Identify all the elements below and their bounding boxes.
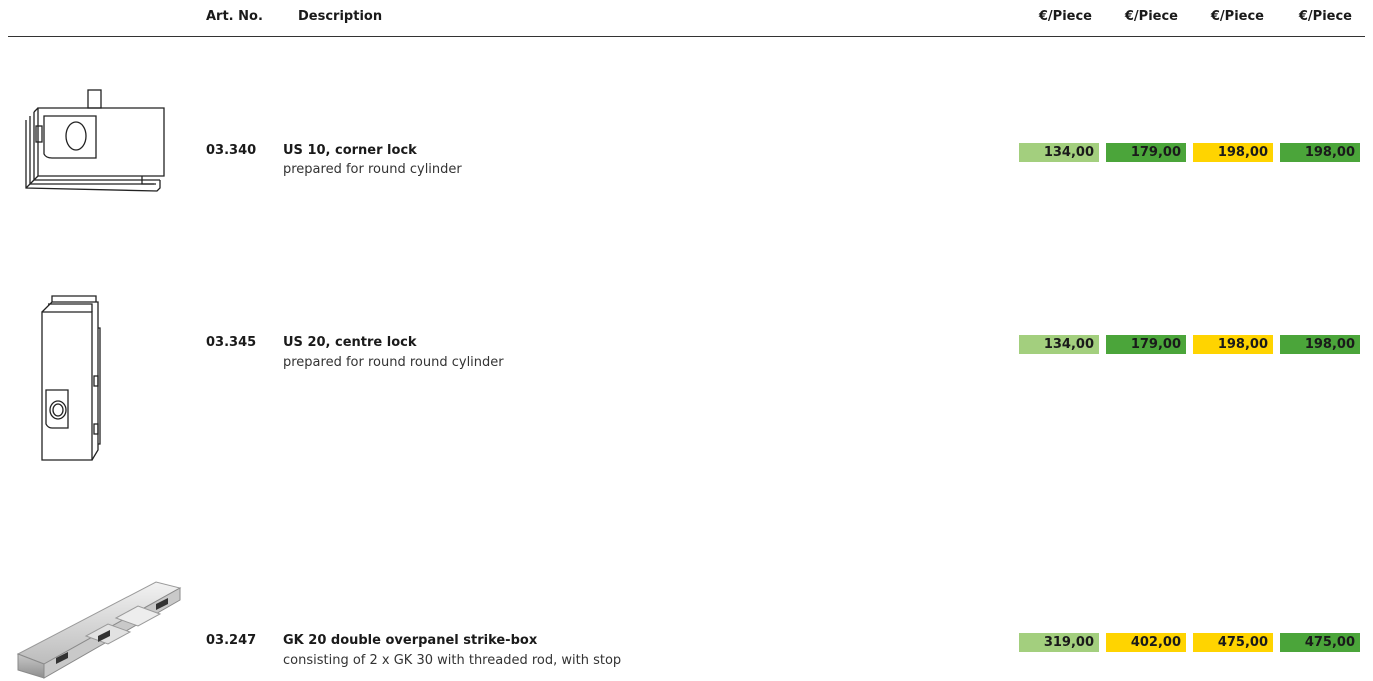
- strike-box-icon: [16, 581, 182, 679]
- product-subtitle: consisting of 2 x GK 30 with threaded ro…: [283, 653, 622, 668]
- price-4: 475,00: [1280, 633, 1360, 652]
- price-1: 134,00: [1019, 335, 1099, 354]
- price-3: 198,00: [1193, 143, 1273, 162]
- price-4: 198,00: [1280, 335, 1360, 354]
- product-title: US 20, centre lock: [283, 335, 417, 350]
- price-3: 475,00: [1193, 633, 1273, 652]
- corner-lock-icon: [25, 89, 165, 192]
- header-price-4: €/Piece: [1298, 9, 1352, 24]
- header-price-1: €/Piece: [1038, 9, 1092, 24]
- price-3: 198,00: [1193, 335, 1273, 354]
- header-art-no: Art. No.: [206, 9, 263, 24]
- header-description: Description: [298, 9, 383, 24]
- product-title: GK 20 double overpanel strike-box: [283, 633, 538, 648]
- header-price-2: €/Piece: [1124, 9, 1178, 24]
- header-divider: [8, 36, 1365, 37]
- art-no: 03.345: [206, 335, 257, 350]
- header-price-3: €/Piece: [1210, 9, 1264, 24]
- centre-lock-icon: [41, 295, 101, 461]
- price-1: 134,00: [1019, 143, 1099, 162]
- product-title: US 10, corner lock: [283, 143, 417, 158]
- price-2: 179,00: [1106, 143, 1186, 162]
- price-2: 179,00: [1106, 335, 1186, 354]
- art-no: 03.340: [206, 143, 257, 158]
- product-subtitle: prepared for round round cylinder: [283, 355, 504, 370]
- price-1: 319,00: [1019, 633, 1099, 652]
- price-2: 402,00: [1106, 633, 1186, 652]
- product-subtitle: prepared for round cylinder: [283, 162, 462, 177]
- price-4: 198,00: [1280, 143, 1360, 162]
- art-no: 03.247: [206, 633, 257, 648]
